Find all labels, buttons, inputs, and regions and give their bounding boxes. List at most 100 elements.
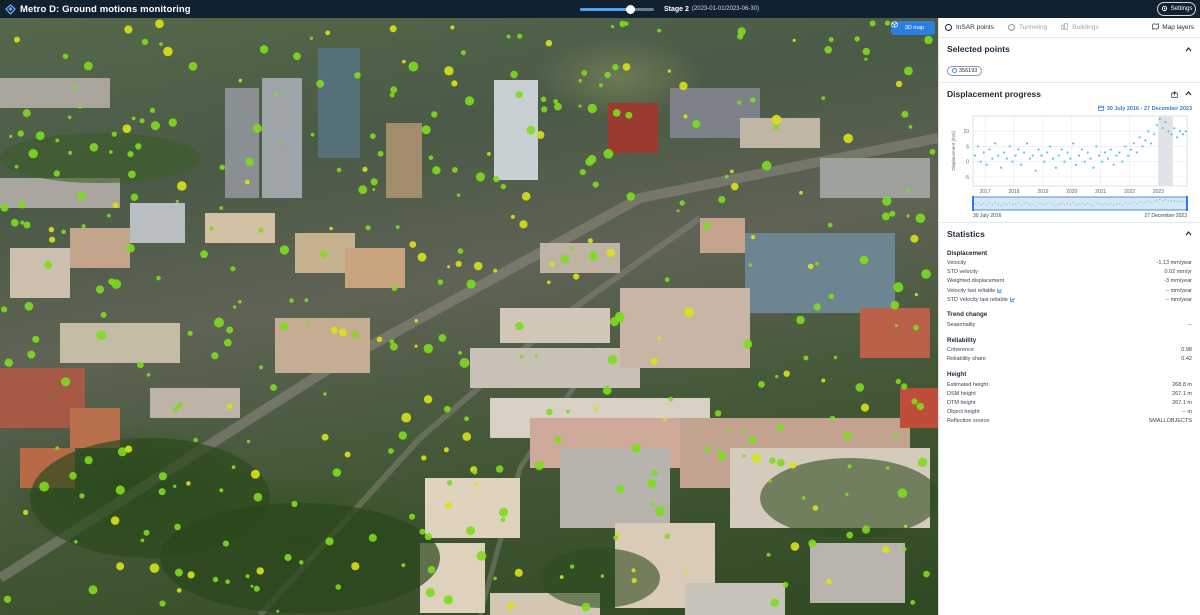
stage-slider[interactable] <box>580 4 654 14</box>
insar-point <box>569 246 574 251</box>
insar-point <box>390 86 398 94</box>
selected-points-title: Selected points <box>947 44 1010 54</box>
insar-point <box>141 38 149 46</box>
insar-point <box>112 202 119 209</box>
insar-point <box>389 25 397 33</box>
settings-button[interactable]: Settings <box>1157 2 1196 16</box>
tab-insar-points[interactable]: InSAR points <box>945 24 994 31</box>
map-3d-view[interactable]: 3D map <box>0 18 938 615</box>
insar-point <box>395 225 400 230</box>
overview-point <box>1029 203 1031 205</box>
overview-point <box>1107 203 1109 205</box>
insar-point <box>487 152 491 156</box>
app-title: Metro D: Ground motions monitoring <box>20 3 191 15</box>
stat-label: DTM height <box>947 399 976 406</box>
stage-range: (2023-01-01/2023-06-30) <box>691 6 759 12</box>
stat-row: Weighted displacement -3 mm/year <box>947 277 1192 286</box>
overview-point <box>1058 202 1060 205</box>
stat-row: Coherence 0.98 <box>947 346 1192 355</box>
insar-point <box>253 585 260 592</box>
insar-point <box>910 234 919 243</box>
insar-point <box>651 501 655 506</box>
chart-point <box>994 141 997 144</box>
export-icon[interactable] <box>1171 85 1178 103</box>
3d-map-button[interactable]: 3D map <box>891 21 935 35</box>
insar-point <box>859 255 869 265</box>
insar-point <box>864 57 868 61</box>
insar-point <box>897 488 908 499</box>
chevron-up-icon[interactable] <box>1184 90 1192 98</box>
insar-point <box>743 339 753 349</box>
insar-point <box>724 174 729 179</box>
chart-point <box>1054 166 1057 169</box>
insar-point <box>737 100 742 105</box>
chart-point <box>1060 147 1063 151</box>
insar-point <box>534 354 538 358</box>
overview-point <box>988 202 991 204</box>
overview-handle-left <box>972 195 974 211</box>
chevron-up-icon[interactable] <box>1184 45 1192 53</box>
chart-point <box>1095 144 1098 148</box>
insar-point <box>893 282 904 293</box>
insar-point <box>573 273 580 280</box>
date-range-text: 30 July 2016 - 27 December 2023 <box>1106 106 1192 112</box>
stat-label: Weighted displacement <box>947 278 1005 285</box>
insar-point <box>821 378 826 383</box>
stat-value: -1.13 mm/year <box>1156 260 1192 267</box>
insar-point <box>631 577 637 584</box>
insar-point <box>390 342 398 351</box>
insar-point <box>869 20 876 27</box>
insar-point <box>409 241 417 248</box>
insar-point <box>225 579 230 584</box>
chart-mini-icon[interactable] <box>997 288 1003 293</box>
tab-tunneling[interactable]: Tunneling <box>1007 24 1047 31</box>
insar-point <box>758 381 765 388</box>
insar-point <box>521 192 531 201</box>
calendar-icon <box>1097 105 1104 113</box>
date-range[interactable]: 30 July 2016 - 27 December 2023 <box>947 105 1192 114</box>
insar-point <box>603 148 614 159</box>
insar-point <box>626 192 636 201</box>
stat-label: Velocity last reliable <box>947 287 996 294</box>
insar-point <box>245 574 250 579</box>
overview-point <box>1170 200 1173 202</box>
overview-point <box>1139 200 1141 202</box>
insar-point <box>143 529 150 536</box>
insar-point <box>270 384 277 391</box>
insar-point <box>130 193 139 201</box>
insar-point <box>401 563 406 568</box>
overview-point <box>985 204 988 206</box>
insar-point <box>598 83 603 88</box>
stat-row: DTM height 267.1 m <box>947 398 1192 407</box>
selected-points-header[interactable]: Selected points <box>947 38 1192 60</box>
insar-point <box>425 588 435 598</box>
stage-slider-thumb[interactable] <box>626 4 635 14</box>
overview-point <box>1017 202 1019 204</box>
chart-point <box>1092 166 1095 169</box>
stats-group-title: Trend change <box>947 311 988 319</box>
stat-label: Reflection source <box>947 418 990 425</box>
insar-point <box>68 150 73 155</box>
insar-point <box>515 91 523 99</box>
insar-point <box>53 170 60 177</box>
map-layers-button[interactable]: Map layers <box>1152 23 1194 32</box>
insar-point <box>14 36 20 43</box>
insar-point <box>890 300 900 310</box>
statistics-header[interactable]: Statistics <box>947 223 1192 245</box>
chart-mini-icon[interactable] <box>1009 297 1015 302</box>
insar-point <box>72 84 77 89</box>
insar-point <box>771 114 782 125</box>
tab-buildings[interactable]: Buildings <box>1061 23 1099 32</box>
insar-point <box>289 298 294 303</box>
insar-point <box>824 46 832 54</box>
overview-point <box>1061 202 1063 204</box>
displacement-header[interactable]: Displacement progress <box>947 83 1192 105</box>
insar-point <box>146 373 151 377</box>
chevron-up-icon[interactable] <box>1184 230 1192 238</box>
insar-point <box>692 119 701 128</box>
chart-point <box>1176 135 1179 138</box>
insar-point <box>209 226 214 231</box>
insar-point <box>679 81 688 91</box>
stat-row: Reflection source SMALLOBJECTS <box>947 417 1192 426</box>
selected-point-chip[interactable]: 356193 <box>947 65 983 76</box>
